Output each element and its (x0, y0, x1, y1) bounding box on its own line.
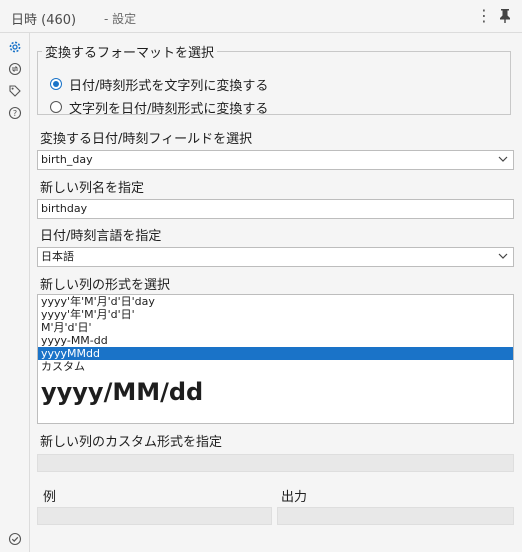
tool-title: 日時 (460) (11, 13, 77, 28)
format-option[interactable]: yyyy'年'M'月'd'日' (38, 308, 513, 321)
tool-subtitle: - 設定 (104, 12, 137, 26)
svg-text:?: ? (13, 109, 17, 118)
format-option[interactable]: カスタム (38, 360, 513, 373)
pin-icon[interactable] (498, 8, 512, 24)
radio-label: 日付/時刻形式を文字列に変換する (69, 78, 269, 94)
format-option-selected[interactable]: yyyyMMdd (38, 347, 513, 360)
language-value: 日本語 (41, 250, 74, 263)
new-column-value: birthday (41, 202, 88, 215)
format-listbox[interactable]: yyyy'年'M'月'd'日'day yyyy'年'M'月'd'日' M'月'd… (37, 294, 514, 424)
language-dropdown[interactable]: 日本語 (37, 247, 514, 267)
format-option[interactable]: yyyy'年'M'月'd'日'day (38, 295, 513, 308)
example-field (37, 507, 272, 525)
kebab-icon[interactable]: ⋮ (476, 6, 492, 26)
radio-indicator[interactable] (50, 101, 62, 113)
output-label: 出力 (281, 490, 308, 505)
chevron-down-icon (498, 156, 508, 162)
custom-format-input[interactable] (37, 454, 514, 472)
arrows-icon[interactable] (8, 62, 22, 76)
chevron-down-icon (498, 253, 508, 259)
format-preview: yyyy/MM/dd (41, 378, 204, 406)
custom-format-label: 新しい列のカスタム形式を指定 (40, 435, 223, 450)
check-circle-icon[interactable] (8, 532, 22, 546)
gear-icon[interactable] (8, 40, 22, 54)
language-label: 日付/時刻言語を指定 (40, 229, 162, 244)
new-column-input[interactable]: birthday (37, 199, 514, 219)
radio-string-to-datetime[interactable]: 文字列を日付/時刻形式に変換する (50, 98, 269, 117)
config-panel: 変換するフォーマットを選択 日付/時刻形式を文字列に変換する 文字列を日付/時刻… (31, 33, 522, 552)
format-option[interactable]: yyyy-MM-dd (38, 334, 513, 347)
radio-indicator-selected[interactable] (50, 78, 62, 90)
format-groupbox: 変換するフォーマットを選択 日付/時刻形式を文字列に変換する 文字列を日付/時刻… (37, 42, 511, 117)
radio-datetime-to-string[interactable]: 日付/時刻形式を文字列に変換する (50, 75, 269, 94)
title-bar: 日時 (460) - 設定 ⋮ (0, 0, 522, 33)
example-label: 例 (43, 490, 57, 505)
new-column-label: 新しい列名を指定 (40, 181, 145, 196)
help-icon[interactable]: ? (8, 106, 22, 120)
field-select-value: birth_day (41, 153, 93, 166)
format-option[interactable]: M'月'd'日' (38, 321, 513, 334)
radio-label: 文字列を日付/時刻形式に変換する (69, 101, 269, 117)
field-select-dropdown[interactable]: birth_day (37, 150, 514, 170)
output-field (277, 507, 514, 525)
format-list-label: 新しい列の形式を選択 (40, 278, 171, 293)
tag-icon[interactable] (8, 84, 22, 98)
format-group-legend: 変換するフォーマットを選択 (45, 46, 215, 61)
field-select-label: 変換する日付/時刻フィールドを選択 (40, 132, 253, 147)
side-rail: ? (0, 33, 30, 552)
